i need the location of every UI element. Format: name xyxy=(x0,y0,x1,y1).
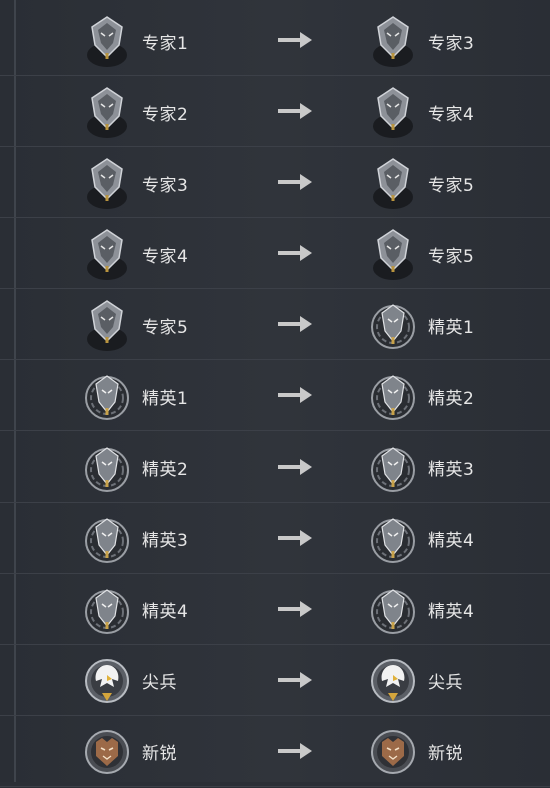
arrow-right-icon xyxy=(274,28,314,52)
from-rank-label: 精英4 xyxy=(142,602,189,623)
wolf-elite-badge-icon xyxy=(368,511,418,567)
to-rank-label: 精英1 xyxy=(428,317,475,338)
from-rank-label: 精英2 xyxy=(142,460,189,481)
to-rank-label: 精英4 xyxy=(428,531,475,552)
rank-row: 专家2 专家4 xyxy=(0,77,550,148)
arrow-right-icon xyxy=(274,668,314,692)
rank-row: 专家1 专家3 xyxy=(0,6,550,76)
rank-row: 专家5 精英1 xyxy=(0,290,550,361)
from-rank: 专家1 xyxy=(82,6,188,76)
eagle-badge-icon xyxy=(368,653,418,709)
to-rank-label: 尖兵 xyxy=(428,673,463,694)
wolf-expert-badge-icon xyxy=(368,226,418,282)
to-rank-label: 精英4 xyxy=(428,602,475,623)
from-rank-label: 尖兵 xyxy=(142,673,177,694)
rank-row: 精英2 精英3 xyxy=(0,433,550,503)
arrow-right-icon xyxy=(274,312,314,336)
to-rank-label: 新锐 xyxy=(428,744,463,765)
arrow-right-icon xyxy=(274,455,314,479)
wolf-elite-badge-icon xyxy=(82,511,132,567)
from-rank: 精英2 xyxy=(82,433,188,503)
from-rank: 精英4 xyxy=(82,575,188,645)
wolf-elite-badge-icon xyxy=(368,440,418,496)
wolf-elite-badge-icon xyxy=(82,582,132,638)
wolf-elite-badge-icon xyxy=(368,582,418,638)
to-rank-label: 专家5 xyxy=(428,175,475,196)
arrow-right-icon xyxy=(274,99,314,123)
arrow-right-icon xyxy=(274,383,314,407)
to-rank-label: 专家3 xyxy=(428,33,475,54)
rank-row: 新锐 新锐 xyxy=(0,717,550,787)
to-rank-label: 专家4 xyxy=(428,104,475,125)
from-rank: 专家4 xyxy=(82,219,188,289)
to-rank: 尖兵 xyxy=(368,646,463,716)
wolf-elite-badge-icon xyxy=(82,440,132,496)
to-rank: 专家3 xyxy=(368,6,474,76)
from-rank: 新锐 xyxy=(82,717,177,787)
from-rank-label: 专家5 xyxy=(142,317,189,338)
wolf-expert-badge-icon xyxy=(368,84,418,140)
from-rank: 专家5 xyxy=(82,290,188,360)
from-rank: 专家2 xyxy=(82,77,188,147)
wolf-expert-badge-icon xyxy=(82,84,132,140)
arrow-right-icon xyxy=(274,597,314,621)
wolf-expert-badge-icon xyxy=(368,13,418,69)
to-rank: 专家4 xyxy=(368,77,474,147)
to-rank: 新锐 xyxy=(368,717,463,787)
arrow-right-icon xyxy=(274,739,314,763)
rank-row: 尖兵 尖兵 xyxy=(0,646,550,716)
from-rank: 专家3 xyxy=(82,148,188,218)
from-rank-label: 专家3 xyxy=(142,175,189,196)
from-rank-label: 专家2 xyxy=(142,104,189,125)
to-rank: 精英2 xyxy=(368,361,474,431)
wolf-expert-badge-icon xyxy=(82,13,132,69)
tiger-badge-icon xyxy=(82,724,132,780)
from-rank: 精英3 xyxy=(82,504,188,574)
wolf-expert-badge-icon xyxy=(82,226,132,282)
rank-row: 专家4 专家5 xyxy=(0,219,550,290)
from-rank-label: 专家4 xyxy=(142,246,189,267)
arrow-right-icon xyxy=(274,526,314,550)
wolf-expert-badge-icon xyxy=(368,155,418,211)
to-rank-label: 精英3 xyxy=(428,460,475,481)
wolf-expert-badge-icon xyxy=(82,297,132,353)
to-rank: 专家5 xyxy=(368,219,474,289)
from-rank-label: 精英1 xyxy=(142,388,189,409)
from-rank-label: 专家1 xyxy=(142,33,189,54)
rank-row: 精英1 精英2 xyxy=(0,361,550,432)
to-rank-label: 专家5 xyxy=(428,246,475,267)
rank-progression-list: 专家1 专家3 专家2 专家4 专家3 专家5 专家4 专家5 专家5 精英1 … xyxy=(0,6,550,788)
to-rank: 精英4 xyxy=(368,504,474,574)
arrow-right-icon xyxy=(274,241,314,265)
from-rank-label: 精英3 xyxy=(142,531,189,552)
wolf-elite-badge-icon xyxy=(368,368,418,424)
wolf-elite-badge-icon xyxy=(82,368,132,424)
rank-row: 精英4 精英4 xyxy=(0,575,550,645)
wolf-elite-badge-icon xyxy=(368,297,418,353)
to-rank-label: 精英2 xyxy=(428,388,475,409)
wolf-expert-badge-icon xyxy=(82,155,132,211)
from-rank: 精英1 xyxy=(82,361,188,431)
rank-row: 专家3 专家5 xyxy=(0,148,550,219)
eagle-badge-icon xyxy=(82,653,132,709)
tiger-badge-icon xyxy=(368,724,418,780)
to-rank: 专家5 xyxy=(368,148,474,218)
to-rank: 精英1 xyxy=(368,290,474,360)
from-rank-label: 新锐 xyxy=(142,744,177,765)
to-rank: 精英4 xyxy=(368,575,474,645)
arrow-right-icon xyxy=(274,170,314,194)
rank-row: 精英3 精英4 xyxy=(0,504,550,574)
from-rank: 尖兵 xyxy=(82,646,177,716)
to-rank: 精英3 xyxy=(368,433,474,503)
